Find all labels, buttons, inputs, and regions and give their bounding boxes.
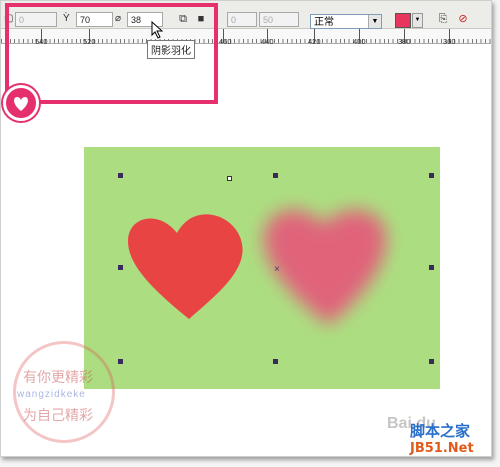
site-logo: 脚本之家 JB51.Net [410,420,490,458]
selection-handle[interactable] [118,265,123,270]
rotation-handle[interactable] [227,176,232,181]
ruler-tick: 460 [219,37,232,46]
chevron-down-icon: ▼ [368,15,381,28]
merge-mode-select[interactable]: 正常 ▼ [310,14,382,29]
shapes-layer: × [128,209,387,325]
selection-handle[interactable] [273,359,278,364]
chevron-down-icon[interactable]: ▼ [412,13,423,28]
selection-handle[interactable] [118,359,123,364]
ruler-tick: 400 [353,37,366,46]
selection-handle[interactable] [429,359,434,364]
solid-heart[interactable] [128,214,243,319]
heart-badge [3,85,39,121]
ruler-tick: 420 [308,37,321,46]
watermark-line1: 有你更精彩 [23,370,93,386]
watermark-line2: wangzidkeke [17,389,86,400]
shadow-stretch-field[interactable]: 50 [259,12,299,27]
drawing-page: ▢ 0 Ỳ 70 ⌀ 38 ⧉ ■ 0 50 正常 ▼ ▼ ⎘ ⊘ 540 52… [0,0,492,457]
highlight-box [5,3,218,104]
heart-icon [14,97,28,111]
blurred-heart-shadow [263,209,387,325]
center-marker: × [274,264,280,275]
site-logo-en: JB51.Net [410,441,474,456]
selection-handle[interactable] [429,265,434,270]
ruler-tick: 440 [261,37,274,46]
selection-handle[interactable] [118,173,123,178]
drawing-canvas[interactable]: × [84,147,440,389]
selection-handle[interactable] [429,173,434,178]
clear-shadow-icon[interactable]: ⊘ [455,11,471,27]
merge-mode-label: 正常 [314,17,334,28]
site-logo-cn: 脚本之家 [410,422,471,440]
shadow-fade-field[interactable]: 0 [227,12,257,27]
watermark-line3: 为自己精彩 [23,408,93,424]
ruler-tick: 380 [398,37,411,46]
shadow-color-swatch[interactable] [395,13,411,28]
ruler-tick: 360 [443,37,456,46]
selection-handle[interactable] [273,173,278,178]
copy-shadow-icon[interactable]: ⎘ [435,11,451,27]
